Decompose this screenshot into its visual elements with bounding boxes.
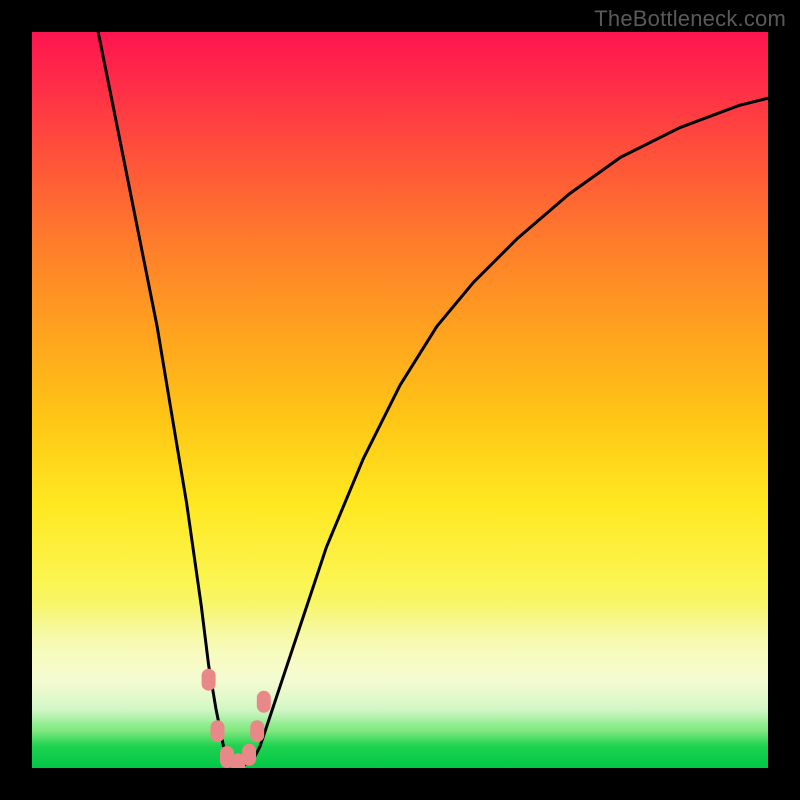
watermark-text: TheBottleneck.com <box>594 6 786 32</box>
marker-point <box>250 720 264 742</box>
marker-point <box>202 669 216 691</box>
marker-point <box>242 744 256 766</box>
marker-point <box>257 691 271 713</box>
chart-frame: TheBottleneck.com <box>0 0 800 800</box>
curve-layer <box>32 32 768 768</box>
marker-point <box>211 720 225 742</box>
optimal-range-markers <box>202 669 271 768</box>
bottleneck-curve <box>98 32 768 764</box>
plot-area <box>32 32 768 768</box>
